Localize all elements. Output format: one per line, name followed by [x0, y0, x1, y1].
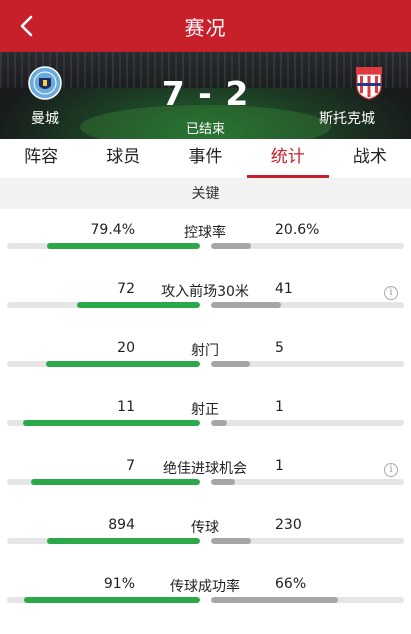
away-value: 41: [275, 281, 293, 297]
top-bar: 赛况: [0, 0, 411, 52]
stat-row-shots: 20 射门 5: [0, 340, 411, 398]
stat-label: 射门: [191, 343, 219, 359]
home-bar: [46, 538, 200, 544]
home-value: 894: [108, 517, 135, 533]
away-bar-track: [211, 302, 404, 308]
away-bar-track: [211, 243, 404, 249]
home-value: 7: [126, 458, 135, 474]
away-team-name: 斯托克城: [319, 111, 375, 127]
home-value: 72: [117, 281, 135, 297]
away-bar-track: [211, 420, 404, 426]
away-value: 1: [275, 399, 284, 415]
away-value: 1: [275, 458, 284, 474]
away-bar: [211, 538, 251, 544]
info-icon[interactable]: i: [384, 463, 398, 477]
tab-players[interactable]: 球员: [82, 139, 164, 178]
stat-label: 射正: [191, 402, 219, 418]
home-bar-track: [7, 302, 200, 308]
home-bar-track: [7, 538, 200, 544]
away-team[interactable]: 斯托克城: [319, 66, 389, 128]
section-header-key: 关键: [0, 179, 411, 209]
info-icon[interactable]: i: [384, 286, 398, 300]
tab-events[interactable]: 事件: [164, 139, 246, 178]
stat-row-possession: 79.4% 控球率 20.6%: [0, 222, 411, 280]
home-bar-track: [7, 597, 200, 603]
away-bar: [211, 243, 251, 249]
back-button[interactable]: [8, 8, 44, 44]
home-bar-track: [7, 479, 200, 485]
home-bar-track: [7, 243, 200, 249]
stat-label: 传球: [191, 520, 219, 536]
away-bar: [211, 479, 236, 485]
away-bar: [211, 420, 228, 426]
away-bar: [211, 597, 339, 603]
away-bar-track: [211, 361, 404, 367]
away-bar-track: [211, 597, 404, 603]
home-bar: [77, 302, 200, 308]
tab-bar: 阵容 球员 事件 统计 战术: [0, 139, 411, 179]
stat-label: 攻入前场30米: [161, 284, 249, 300]
stat-row-big-chances: 7 绝佳进球机会 1 i: [0, 458, 411, 516]
tab-tactics[interactable]: 战术: [329, 139, 411, 178]
stat-row-passes: 894 传球 230: [0, 517, 411, 575]
away-bar: [211, 302, 282, 308]
home-value: 11: [117, 399, 135, 415]
match-header: 曼城 7 - 2 已结束 斯托克城: [0, 52, 411, 139]
home-value: 20: [117, 340, 135, 356]
chevron-left-icon: [20, 15, 33, 37]
away-team-crest-icon: [356, 67, 382, 100]
tab-stats[interactable]: 统计: [246, 139, 330, 178]
home-bar: [45, 361, 200, 367]
home-bar: [46, 243, 200, 249]
stat-label: 传球成功率: [170, 579, 240, 595]
away-bar-track: [211, 538, 404, 544]
page-title: 赛况: [184, 15, 227, 40]
home-bar: [31, 479, 200, 485]
away-value: 66%: [275, 576, 307, 592]
stat-row-shots-on-target: 11 射正 1: [0, 399, 411, 457]
stat-row-pass-accuracy: 91% 传球成功率 66%: [0, 576, 411, 634]
home-value: 79.4%: [90, 222, 135, 238]
stat-row-final-third-entries: 72 攻入前场30米 41 i: [0, 281, 411, 339]
stat-label: 绝佳进球机会: [163, 461, 247, 477]
away-value: 20.6%: [275, 222, 320, 238]
away-value: 5: [275, 340, 284, 356]
home-bar: [23, 420, 200, 426]
home-bar-track: [7, 420, 200, 426]
home-value: 91%: [103, 576, 135, 592]
home-bar-track: [7, 361, 200, 367]
away-value: 230: [275, 517, 302, 533]
tab-lineup[interactable]: 阵容: [0, 139, 82, 178]
away-bar-track: [211, 479, 404, 485]
home-bar: [24, 597, 200, 603]
stat-label: 控球率: [184, 225, 226, 241]
away-bar: [211, 361, 250, 367]
